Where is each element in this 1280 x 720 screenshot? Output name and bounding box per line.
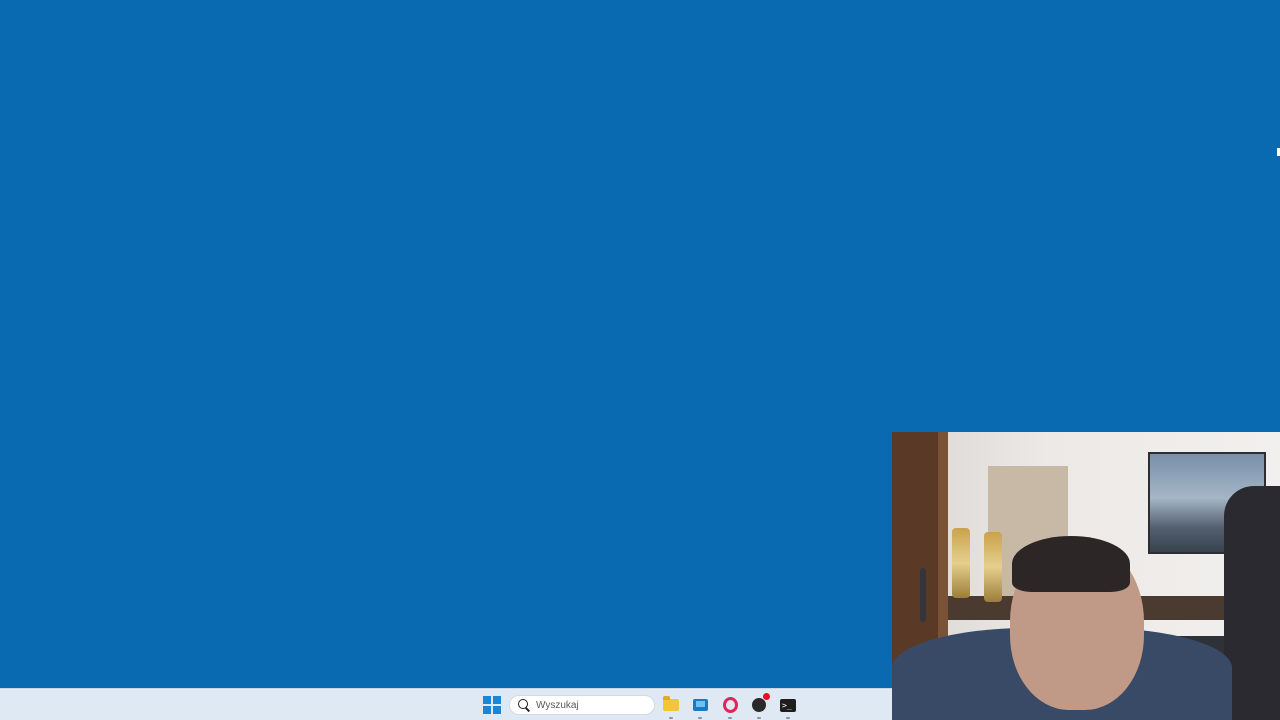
taskbar-app-sphere[interactable]: [748, 693, 770, 719]
opera-icon: [722, 697, 738, 713]
sphere-icon: [752, 693, 770, 712]
webcam-background-person: [1224, 486, 1280, 720]
running-indicator: [786, 717, 790, 719]
taskbar: Wyszukaj >_: [0, 688, 892, 720]
webcam-person-hair: [1012, 536, 1130, 592]
folder-icon: [663, 696, 679, 711]
taskbar-app-terminal[interactable]: >_: [777, 694, 799, 719]
webcam-trophy: [952, 528, 970, 598]
webcam-trophy: [984, 532, 1002, 602]
taskbar-search-box[interactable]: Wyszukaj: [509, 695, 655, 715]
windows-logo-tile-icon: [493, 696, 501, 704]
running-indicator: [698, 717, 702, 719]
running-indicator: [728, 717, 732, 719]
taskbar-app-remote-desktop[interactable]: [689, 694, 711, 719]
taskbar-app-opera[interactable]: [719, 694, 741, 719]
remote-desktop-icon: [692, 699, 708, 711]
windows-logo-tile-icon: [483, 706, 491, 714]
terminal-icon: >_: [780, 698, 796, 712]
running-indicator: [669, 717, 673, 719]
start-button[interactable]: [483, 696, 501, 714]
windows-logo-tile-icon: [483, 696, 491, 704]
webcam-door-handle: [920, 568, 926, 622]
taskbar-app-file-explorer[interactable]: [660, 694, 682, 719]
windows-logo-tile-icon: [493, 706, 501, 714]
webcam-overlay: [892, 432, 1280, 720]
search-icon: [518, 699, 530, 711]
search-placeholder: Wyszukaj: [536, 699, 579, 711]
running-indicator: [757, 717, 761, 719]
